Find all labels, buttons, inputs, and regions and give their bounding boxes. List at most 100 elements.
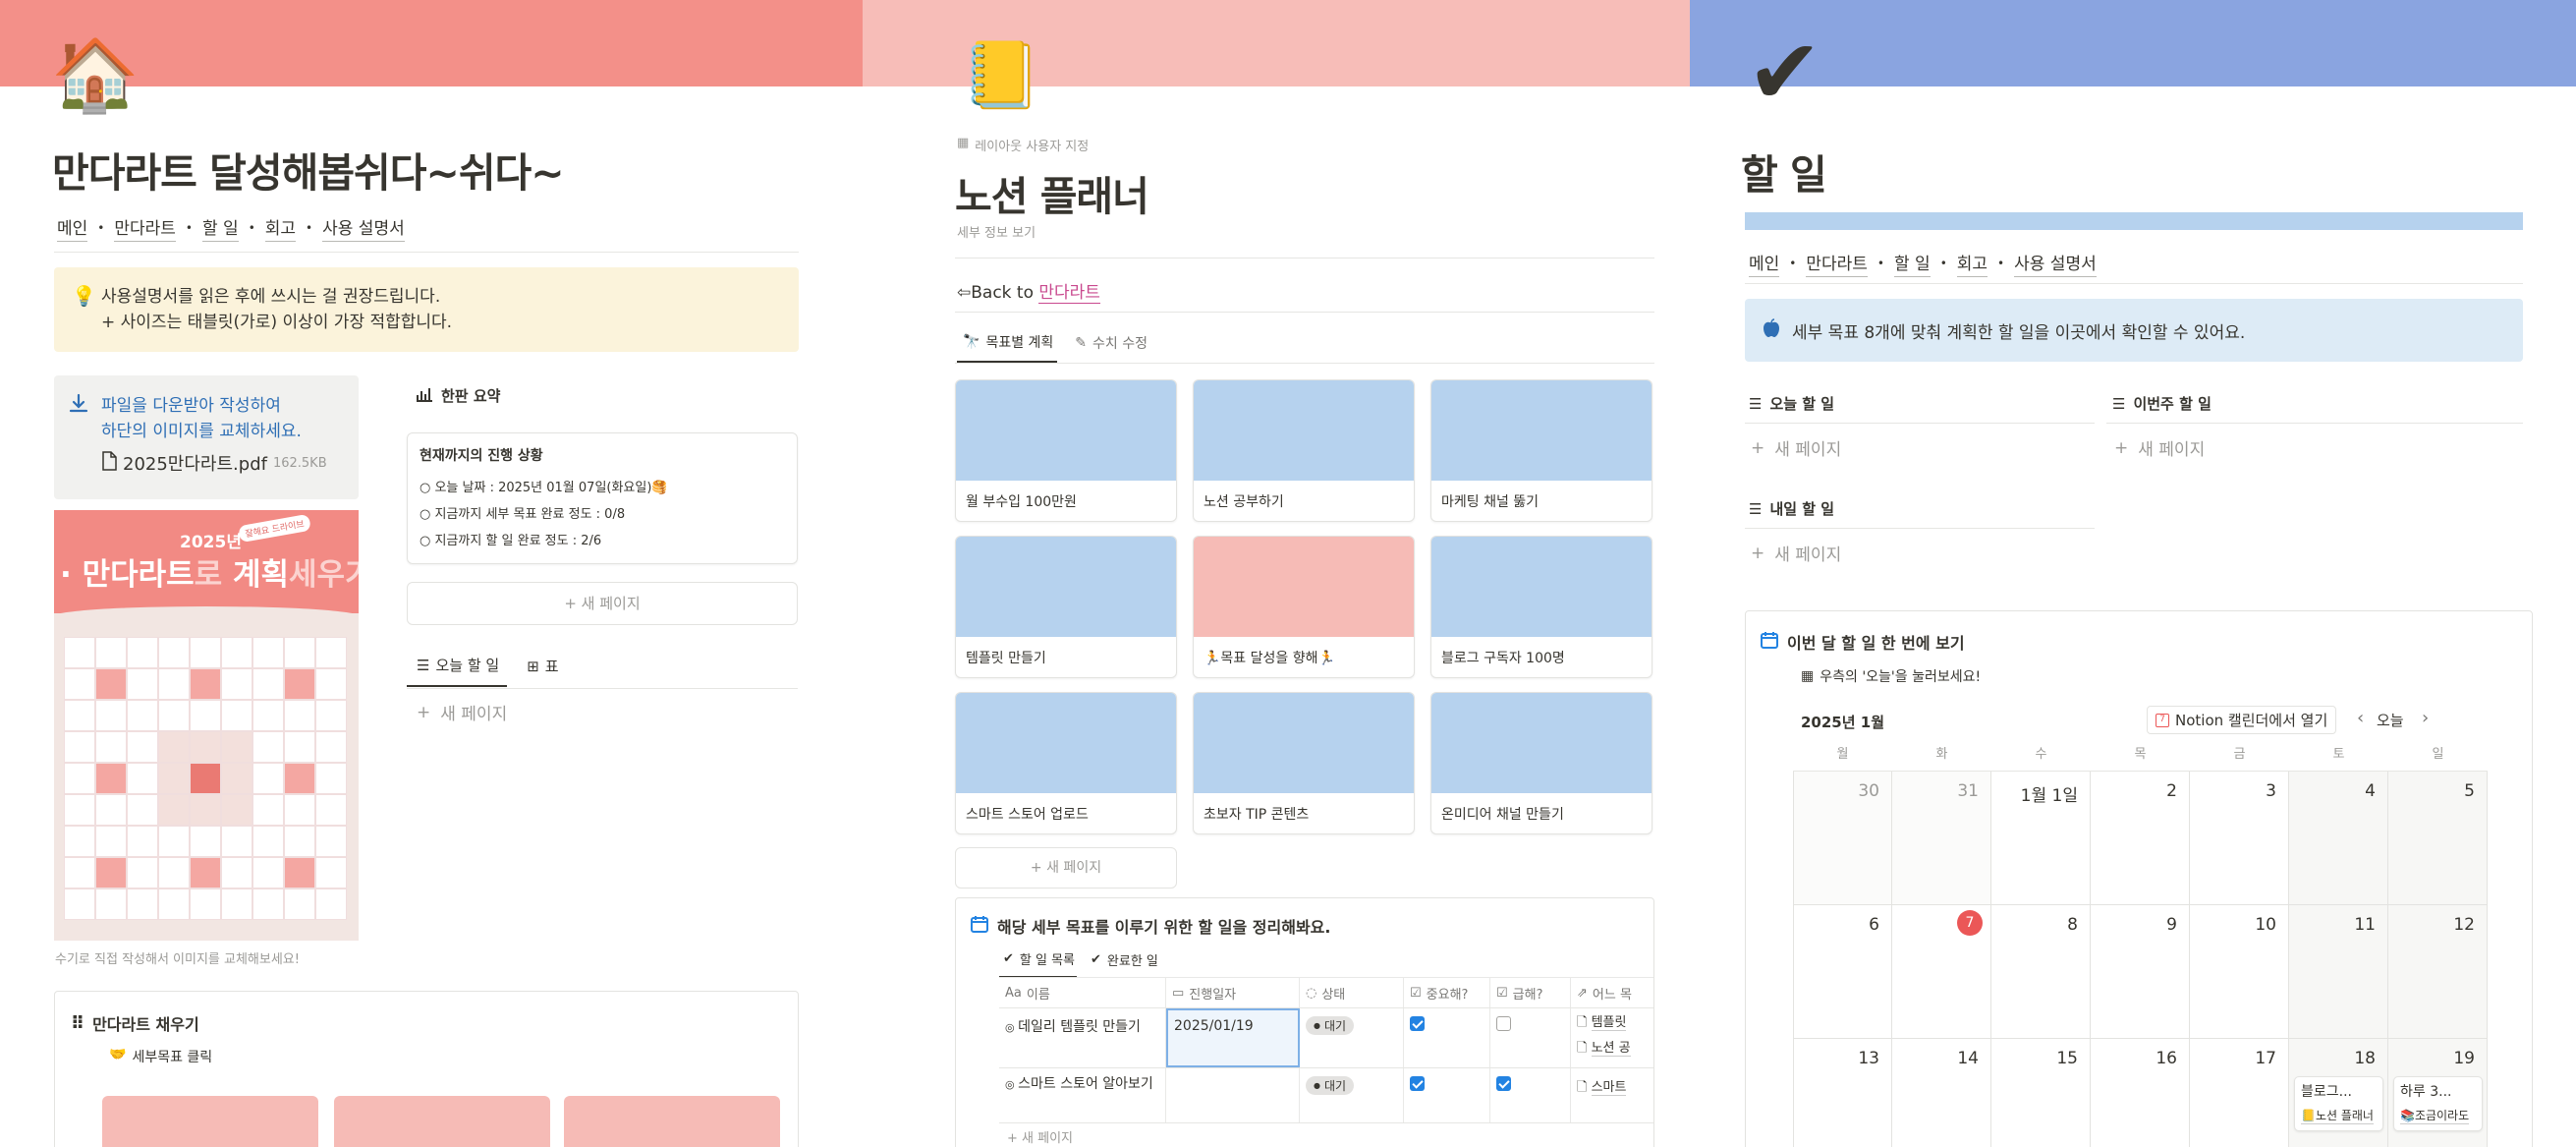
layout-label[interactable]: ▦ 레이아웃 사용자 지정 [957, 136, 1089, 154]
cell-name[interactable]: ◎ 스마트 스토어 알아보기 [999, 1068, 1166, 1122]
goal-card[interactable] [334, 1096, 550, 1147]
calendar-day-cell[interactable]: 6 [1793, 905, 1892, 1039]
calendar-day-cell[interactable]: 10 [2190, 905, 2289, 1039]
calendar-day-cell[interactable]: 9 [2091, 905, 2190, 1039]
cell-name[interactable]: ◎ 데일리 템플릿 만들기 [999, 1008, 1166, 1067]
goal-card[interactable]: 마케팅 채널 뚫기 [1430, 379, 1652, 522]
page-title[interactable]: 노션 플래너 [955, 163, 1149, 222]
table-new-page-button-label[interactable]: + 새 페이지 [1007, 1127, 1073, 1146]
column-header-name[interactable]: Aa 이름 [999, 978, 1166, 1007]
calendar-day-cell[interactable]: 5 [2388, 772, 2488, 905]
goal-card[interactable] [564, 1096, 780, 1147]
column-header-date[interactable]: ▭ 진행일자 [1166, 978, 1300, 1007]
page-title[interactable]: 할 일 [1741, 142, 1827, 201]
calendar-day-cell[interactable]: 2 [2091, 772, 2190, 905]
calendar-day-cell[interactable]: 30 [1793, 772, 1892, 905]
tab-goal-plan[interactable]: 🔭 목표별 계획 [957, 332, 1058, 363]
checkbox-checked[interactable] [1496, 1076, 1511, 1091]
today-new-page-button[interactable]: + 새 페이지 [417, 700, 507, 725]
nav-link-manual[interactable]: 사용 설명서 [322, 214, 405, 242]
nav-link-todo[interactable]: 할 일 [1894, 250, 1931, 277]
calendar-day-cell[interactable]: 16 [2091, 1039, 2190, 1147]
tab-table[interactable]: ⊞ 표 [527, 655, 558, 687]
summary-header[interactable]: 한판 요약 [416, 385, 500, 406]
details-link[interactable]: 세부 정보 보기 [957, 222, 1036, 241]
cell-relation[interactable]: 🗋 템플릿 🗋 노션 공 [1571, 1008, 1653, 1067]
gallery-new-page-button[interactable]: + 새 페이지 [955, 847, 1177, 889]
goal-card[interactable]: 스마트 스토어 업로드 [955, 692, 1177, 834]
calendar-day-cell[interactable]: 17 [2190, 1039, 2289, 1147]
list-header-today[interactable]: ☰ 오늘 할 일 [1749, 393, 1834, 414]
list-header-this-week[interactable]: ☰ 이번주 할 일 [2112, 393, 2212, 414]
pdf-attachment[interactable]: 2025만다라트.pdf 162.5KB [101, 450, 327, 476]
calendar-day-cell[interactable]: 11 [2289, 905, 2388, 1039]
nav-link-mandalart[interactable]: 만다라트 [1806, 250, 1868, 277]
list-header-tomorrow[interactable]: ☰ 내일 할 일 [1749, 498, 1834, 519]
cell-status[interactable]: ● 대기 [1300, 1068, 1404, 1122]
nav-link-main[interactable]: 메인 [1749, 250, 1780, 277]
cell-relation[interactable]: 🗋 스마트 [1571, 1068, 1653, 1122]
cell-date-editing[interactable]: 2025/01/19 [1166, 1008, 1300, 1067]
next-month-button[interactable]: › [2422, 708, 2429, 728]
calendar-event[interactable]: 하루 3... 📚조금이라도 [2393, 1076, 2483, 1131]
goal-card[interactable]: 온미디어 채널 만들기 [1430, 692, 1652, 834]
tab-today-todo[interactable]: ☰ 오늘 할 일 [407, 655, 508, 687]
calendar-day-cell[interactable]: 14 [1892, 1039, 1991, 1147]
calendar-day-cell[interactable]: 15 [1991, 1039, 2091, 1147]
checkbox-checked[interactable] [1410, 1076, 1425, 1091]
nav-link-manual[interactable]: 사용 설명서 [2014, 250, 2097, 277]
tab-edit-values[interactable]: ✎ 수치 수정 [1075, 332, 1148, 363]
mandalart-image[interactable]: 2025년 잘해요 드라이브 · 만다라트로 계획세우기 · [54, 510, 359, 941]
calendar-day-cell[interactable]: 3 [2190, 772, 2289, 905]
cell-status[interactable]: ● 대기 [1300, 1008, 1404, 1067]
calendar-day-cell[interactable]: 7 [1892, 905, 1991, 1039]
column-header-urgent[interactable]: ☑ 급해? [1490, 978, 1571, 1007]
summary-new-page-button[interactable]: + 새 페이지 [407, 582, 798, 625]
goal-card[interactable]: 템플릿 만들기 [955, 536, 1177, 678]
calendar-day-cell[interactable]: 13 [1793, 1039, 1892, 1147]
today-new-page-button[interactable]: + 새 페이지 [1751, 435, 1841, 461]
calendar-day-cell[interactable]: 8 [1991, 905, 2091, 1039]
checkmark-icon[interactable]: ✔ [1747, 28, 1822, 118]
goal-card[interactable]: 월 부수입 100만원 [955, 379, 1177, 522]
nav-link-todo[interactable]: 할 일 [202, 214, 239, 242]
nav-link-main[interactable]: 메인 [57, 214, 88, 242]
week-new-page-button[interactable]: + 새 페이지 [2114, 435, 2205, 461]
goal-card[interactable]: 노션 공부하기 [1193, 379, 1415, 522]
calendar-day-cell[interactable]: 31 [1892, 772, 1991, 905]
open-notion-calendar-button[interactable]: 7 Notion 캘린더에서 열기 [2147, 706, 2337, 734]
goal-card[interactable] [102, 1096, 318, 1147]
calendar-day-cell[interactable]: 1월 1일 [1991, 772, 2091, 905]
checkbox-unchecked[interactable] [1496, 1016, 1511, 1031]
page-icon[interactable]: 📒 [961, 43, 1041, 108]
tomorrow-new-page-button[interactable]: + 새 페이지 [1751, 541, 1841, 566]
nav-link-review[interactable]: 회고 [1956, 250, 1988, 277]
goal-card[interactable]: 🏃목표 달성을 향해🏃 [1193, 536, 1415, 678]
nav-link-mandalart[interactable]: 만다라트 [114, 214, 176, 242]
cell-date[interactable] [1166, 1068, 1300, 1122]
cell-urgent[interactable] [1490, 1068, 1571, 1122]
calendar-day-cell[interactable]: 12 [2388, 905, 2488, 1039]
cell-important[interactable] [1404, 1008, 1490, 1067]
column-header-relation[interactable]: ⇗ 어느 목 [1571, 978, 1653, 1007]
checkbox-checked[interactable] [1410, 1016, 1425, 1031]
cover-image[interactable] [1690, 0, 2576, 86]
calendar-day-cell[interactable]: 4 [2289, 772, 2388, 905]
page-title[interactable]: 만다라트 달성해봅쉬다~쉬다~ [52, 140, 565, 199]
summary-card[interactable]: 현재까지의 진행 상황 ○ 오늘 날짜 : 2025년 01월 07일(화요일)… [407, 432, 798, 564]
nav-link-review[interactable]: 회고 [264, 214, 297, 242]
calendar-event[interactable]: 블로그... 📒노션 플래너 [2294, 1076, 2383, 1131]
column-header-status[interactable]: ◌ 상태 [1300, 978, 1404, 1007]
page-icon[interactable]: 🏠 [51, 39, 140, 110]
calendar-month: 2025년 1월 [1801, 714, 1885, 731]
tab-done[interactable]: ✔ 완료한 일 [1091, 949, 1158, 978]
back-link[interactable]: ⇦Back to 만다라트 [957, 278, 1100, 304]
goal-card[interactable]: 블로그 구독자 100명 [1430, 536, 1652, 678]
today-button[interactable]: 오늘 [2377, 710, 2404, 730]
prev-month-button[interactable]: ‹ [2357, 708, 2364, 728]
goal-card[interactable]: 초보자 TIP 콘텐츠 [1193, 692, 1415, 834]
tab-todo-list[interactable]: ✔ 할 일 목록 [999, 949, 1078, 978]
cell-important[interactable] [1404, 1068, 1490, 1122]
cell-urgent[interactable] [1490, 1008, 1571, 1067]
column-header-important[interactable]: ☑ 중요해? [1404, 978, 1490, 1007]
